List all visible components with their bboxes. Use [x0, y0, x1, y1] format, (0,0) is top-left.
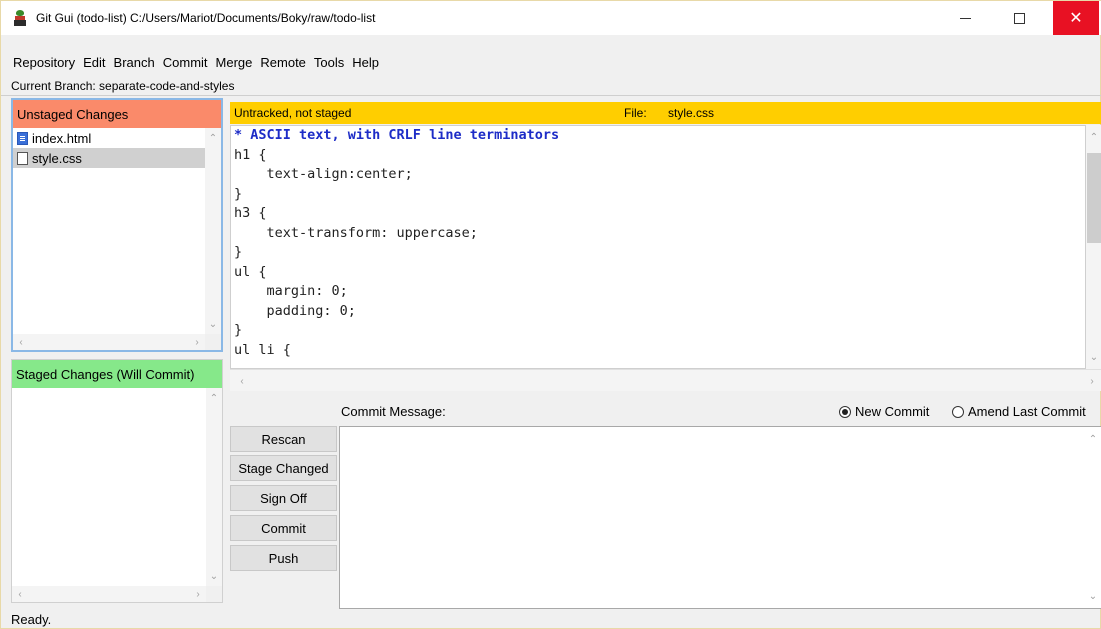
menu-help[interactable]: Help — [352, 55, 379, 70]
minimize-button[interactable] — [942, 1, 988, 35]
minimize-icon — [959, 17, 971, 19]
scroll-down-icon[interactable]: ⌄ — [1086, 349, 1101, 365]
scroll-left-icon[interactable]: ‹ — [12, 586, 28, 602]
file-item-style-css[interactable]: style.css — [13, 148, 205, 168]
amend-last-commit-radio[interactable]: Amend Last Commit — [952, 404, 1086, 419]
scroll-up-icon[interactable]: ⌃ — [1086, 129, 1101, 145]
unstaged-horizontal-scrollbar[interactable]: ‹ › — [13, 334, 205, 350]
window-title: Git Gui (todo-list) C:/Users/Mariot/Docu… — [36, 11, 376, 25]
commit-button[interactable]: Commit — [230, 515, 337, 541]
diff-line: * ASCII text, with CRLF line terminators — [234, 127, 560, 143]
diff-file-label: File: — [624, 106, 647, 120]
diff-line: ul li { — [234, 341, 291, 358]
radio-selected-icon — [839, 405, 851, 418]
scroll-corner — [206, 586, 222, 602]
current-branch-label: Current Branch: separate-code-and-styles — [11, 79, 235, 93]
diff-line: text-align:center; — [234, 166, 413, 182]
diff-file-name: style.css — [668, 106, 715, 120]
maximize-icon — [1013, 12, 1025, 24]
menu-merge[interactable]: Merge — [216, 55, 253, 70]
git-gui-app-icon — [12, 10, 28, 26]
radio-unselected-icon — [952, 405, 964, 418]
staged-horizontal-scrollbar[interactable]: ‹ › — [12, 586, 206, 602]
diff-line: } — [234, 244, 243, 260]
scrollbar-thumb[interactable] — [1087, 153, 1101, 243]
diff-line: } — [234, 322, 243, 338]
scroll-left-icon[interactable]: ‹ — [13, 334, 29, 350]
menu-branch[interactable]: Branch — [114, 55, 155, 70]
scroll-right-icon[interactable]: › — [189, 334, 205, 350]
new-commit-label: New Commit — [855, 404, 930, 419]
push-button[interactable]: Push — [230, 545, 337, 571]
staged-changes-header: Staged Changes (Will Commit) — [12, 360, 222, 388]
close-button[interactable]: ✕ — [1053, 1, 1099, 35]
menu-edit[interactable]: Edit — [83, 55, 105, 70]
staged-vertical-scrollbar[interactable]: ⌃ ⌄ — [206, 388, 222, 586]
staged-file-list — [12, 388, 206, 586]
diff-vertical-scrollbar[interactable]: ⌃ ⌄ — [1086, 125, 1101, 369]
diff-horizontal-scrollbar[interactable]: ‹ › — [230, 369, 1101, 391]
text-file-icon — [17, 151, 28, 165]
scroll-corner — [205, 334, 221, 350]
scroll-down-icon[interactable]: ⌄ — [205, 316, 221, 332]
diff-header: Untracked, not staged File: style.css — [230, 102, 1101, 124]
amend-label: Amend Last Commit — [968, 404, 1086, 419]
scroll-up-icon[interactable]: ⌃ — [1085, 431, 1101, 447]
scroll-down-icon[interactable]: ⌄ — [206, 568, 222, 584]
menu-remote[interactable]: Remote — [260, 55, 306, 70]
maximize-button[interactable] — [996, 1, 1042, 35]
menu-repository[interactable]: Repository — [13, 55, 75, 70]
title-bar: Git Gui (todo-list) C:/Users/Mariot/Docu… — [1, 1, 1101, 35]
git-gui-window: Git Gui (todo-list) C:/Users/Mariot/Docu… — [0, 0, 1101, 629]
diff-line: ul { — [234, 263, 267, 280]
file-item-index-html[interactable]: index.html — [13, 128, 205, 148]
diff-status: Untracked, not staged — [234, 106, 352, 120]
file-name: style.css — [32, 150, 82, 166]
new-commit-radio[interactable]: New Commit — [839, 404, 929, 419]
menu-bar: Repository Edit Branch Commit Merge Remo… — [1, 51, 387, 73]
divider — [1, 95, 1101, 96]
diff-line: } — [234, 185, 243, 202]
scroll-right-icon[interactable]: › — [1084, 373, 1100, 389]
commit-message-label: Commit Message: — [341, 404, 446, 419]
scroll-up-icon[interactable]: ⌃ — [205, 130, 221, 146]
status-bar: Ready. — [11, 612, 52, 627]
menu-commit[interactable]: Commit — [163, 55, 208, 70]
diff-viewer[interactable]: * ASCII text, with CRLF line terminators… — [230, 125, 1086, 369]
unstaged-changes-pane: Unstaged Changes index.html style.css ⌃ … — [11, 98, 223, 352]
stage-changed-button[interactable]: Stage Changed — [230, 455, 337, 481]
sign-off-button[interactable]: Sign Off — [230, 485, 337, 511]
menu-tools[interactable]: Tools — [314, 55, 344, 70]
diff-line: h1 { — [234, 146, 267, 163]
commit-message-input[interactable]: ⌃ ⌄ — [339, 426, 1101, 609]
unstaged-vertical-scrollbar[interactable]: ⌃ ⌄ — [205, 128, 221, 334]
scroll-down-icon[interactable]: ⌄ — [1085, 588, 1101, 604]
diff-line: padding: 0; — [234, 302, 356, 319]
unstaged-file-list: index.html style.css — [13, 128, 205, 334]
unstaged-changes-header: Unstaged Changes — [13, 100, 221, 128]
diff-line: margin: 0; — [234, 283, 348, 299]
html-file-icon — [17, 131, 28, 145]
rescan-button[interactable]: Rescan — [230, 426, 337, 452]
scroll-right-icon[interactable]: › — [190, 586, 206, 602]
scroll-up-icon[interactable]: ⌃ — [206, 390, 222, 406]
scroll-left-icon[interactable]: ‹ — [234, 373, 250, 389]
diff-line: text-transform: uppercase; — [234, 224, 478, 241]
close-icon: ✕ — [1069, 10, 1083, 27]
file-name: index.html — [32, 130, 92, 146]
diff-line: h3 { — [234, 205, 267, 221]
staged-changes-pane: Staged Changes (Will Commit) ⌃ ⌄ ‹ › — [11, 359, 223, 603]
